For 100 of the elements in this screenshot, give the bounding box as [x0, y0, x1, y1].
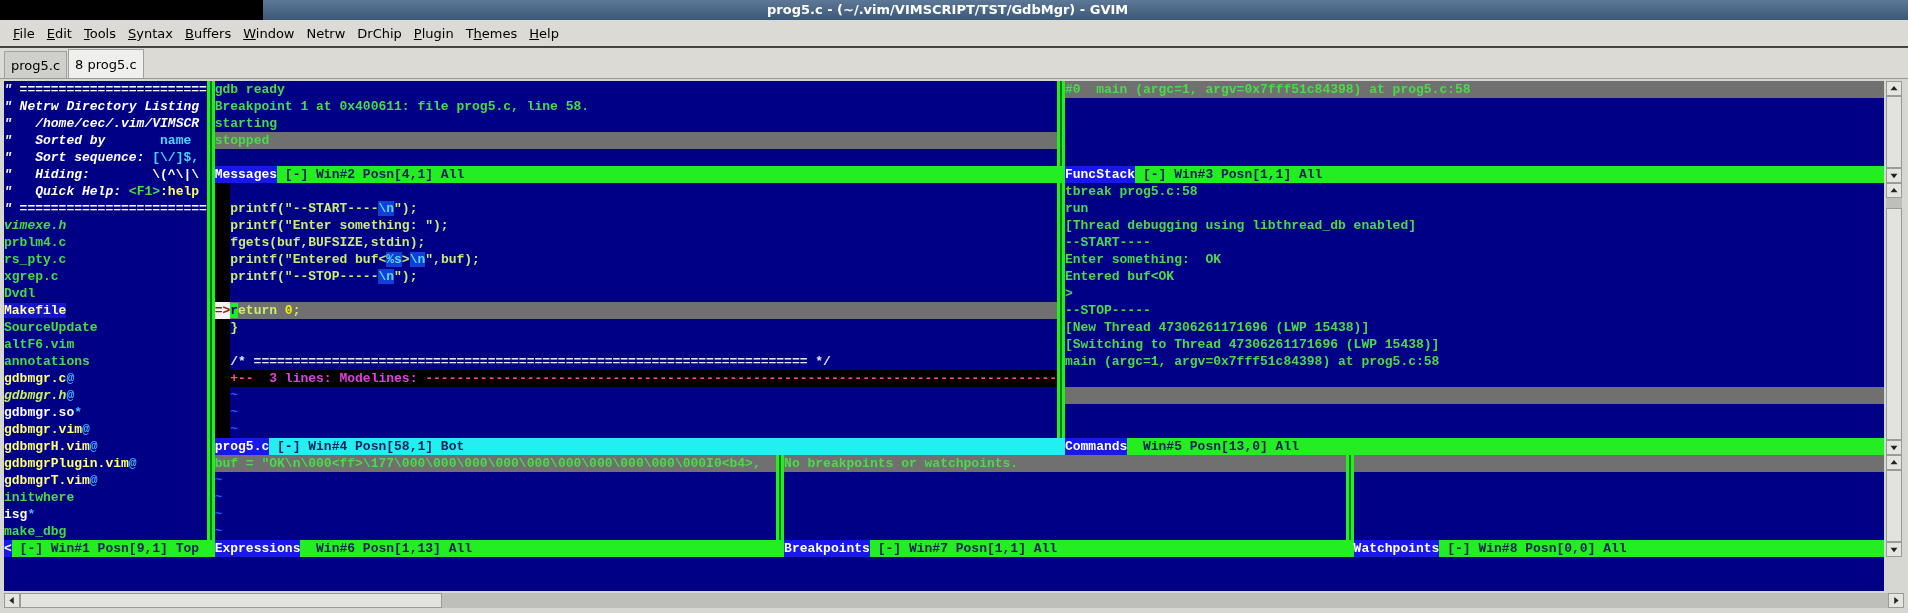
- listing-line: gdbmgr.c@: [4, 371, 75, 386]
- console-line: --START----: [1064, 235, 1151, 250]
- console-line: main (argc=1, argv=0x7fff51c84398) at prog5.c:58: [1064, 354, 1440, 369]
- listing-line: gdbmgrT.vim@: [4, 473, 98, 488]
- scroll-down-button[interactable]: [1886, 542, 1903, 557]
- window-position: Win#5 Posn[13,0] All: [1142, 438, 1299, 455]
- code-line: /* ======================================================================= */: [230, 354, 831, 369]
- scroll-right-button[interactable]: [1888, 593, 1904, 608]
- tab[interactable]: prog5.c: [4, 51, 68, 78]
- listing-line: annotations: [4, 354, 90, 369]
- modified-label: [-]: [284, 166, 309, 183]
- window-position: Win#8 Posn[0,0] All: [1478, 540, 1627, 557]
- scroll-up-button[interactable]: [1886, 183, 1903, 198]
- message-line: Breakpoint 1 at 0x400611: file prog5.c, line 58.: [214, 99, 590, 114]
- message-line: starting: [214, 116, 278, 131]
- message-line: stopped: [214, 133, 270, 148]
- scroll-down-button[interactable]: [1886, 440, 1903, 455]
- menu-item[interactable]: Themes: [459, 22, 524, 44]
- listing-line: " Sorted by name: [4, 133, 192, 148]
- menu-item[interactable]: Buffers: [178, 22, 238, 44]
- modified-label: [-]: [19, 540, 43, 557]
- code-line: }: [230, 320, 239, 335]
- listing-line: vimexe.h: [4, 218, 67, 233]
- code-line: printf("--STOP-----\n");: [230, 269, 418, 284]
- code-line: return 0;: [230, 303, 301, 318]
- listing-line: " ========================: [4, 201, 207, 216]
- window-position: Win#1 Posn[9,1] Top: [50, 540, 200, 557]
- listing-line: " Netrw Directory Listing: [4, 99, 200, 114]
- menu-item[interactable]: Help: [523, 22, 565, 44]
- menu-item[interactable]: Edit: [40, 22, 78, 44]
- listing-line: gdbmgrPlugin.vim@: [4, 456, 137, 471]
- menu-item[interactable]: Netrw: [300, 22, 352, 44]
- menu-item[interactable]: File: [7, 22, 41, 44]
- listing-line: isg*: [4, 507, 36, 522]
- listing-line: prblm4.c: [4, 235, 67, 250]
- code-line: printf("Enter something: ");: [230, 218, 449, 233]
- scrollbar[interactable]: [1886, 470, 1903, 542]
- window-title: prog5.c - (~/.vim/VIMSCRIPT/TST/GdbMgr) - GVIM: [263, 0, 1908, 20]
- console-line: run: [1064, 201, 1089, 216]
- modified-label: [-]: [1142, 166, 1167, 183]
- console-line: --STOP-----: [1064, 303, 1151, 318]
- menu-item[interactable]: Plugin: [407, 22, 460, 44]
- scroll-left-button[interactable]: [4, 593, 20, 608]
- empty-line-marker: ~: [230, 388, 239, 403]
- menu-item[interactable]: Window: [237, 22, 301, 44]
- console-line: [Switching to Thread 47306261171696 (LWP 15438)]: [1064, 337, 1440, 352]
- window-name: <: [4, 540, 12, 557]
- folded-lines[interactable]: +-- 3 lines: Modelines: ---------------------------------------------------------------------------------: [230, 370, 1058, 387]
- window-name: Commands: [1064, 438, 1128, 455]
- console-line: tbreak prog5.c:58: [1064, 184, 1198, 199]
- scroll-down-button[interactable]: [1886, 168, 1903, 183]
- menu-item[interactable]: Tools: [77, 22, 122, 44]
- listing-line: gdbmgrH.vim@: [4, 439, 98, 454]
- vertical-split[interactable]: [206, 81, 215, 540]
- vertical-split[interactable]: [776, 455, 785, 540]
- stack-frame: #0 main (argc=1, argv=0x7fff51c84398) at prog5.c:58: [1064, 82, 1471, 97]
- scroll-up-button[interactable]: [1886, 455, 1903, 470]
- breakpoint-message: No breakpoints or watchpoints.: [784, 456, 1019, 471]
- modified-label: [-]: [277, 438, 301, 455]
- listing-line: " /home/cec/.vim/VIMSCR: [4, 116, 200, 131]
- window-position: Win#2 Posn[4,1] All: [316, 166, 465, 183]
- window-name: Expressions: [214, 540, 301, 557]
- scroll-up-button[interactable]: [1886, 81, 1903, 96]
- modified-label: [-]: [1447, 540, 1471, 557]
- tab[interactable]: 8 prog5.c: [68, 49, 144, 78]
- menu-item[interactable]: Syntax: [122, 22, 179, 44]
- listing-line: gdbmgr.vim@: [4, 422, 90, 437]
- listing-line: gdbmgr.so*: [4, 405, 83, 420]
- listing-line: " ========================: [4, 82, 207, 97]
- window-name: Messages: [214, 166, 278, 183]
- empty-line-marker: ~: [214, 490, 223, 505]
- window-name: FuncStack: [1064, 166, 1136, 183]
- listing-line: " Quick Help: <F1>:help: [4, 184, 200, 199]
- empty-line-marker: ~: [214, 524, 223, 539]
- window-position: Win#3 Posn[1,1] All: [1174, 166, 1323, 183]
- window-name: Breakpoints: [784, 540, 870, 557]
- modified-label: [-]: [877, 540, 902, 557]
- listing-line: Dvdl: [4, 286, 36, 301]
- listing-line: make_dbg: [4, 524, 67, 539]
- listing-line: SourceUpdate: [4, 320, 98, 335]
- listing-line: altF6.vim: [4, 337, 75, 352]
- listing-line: initwhere: [4, 490, 75, 505]
- console-line: [New Thread 47306261171696 (LWP 15438)]: [1064, 320, 1370, 335]
- window-position: Win#4 Posn[58,1] Bot: [308, 438, 465, 455]
- scrollbar[interactable]: [1886, 96, 1903, 168]
- listing-line: xgrep.c: [4, 269, 59, 284]
- message-line: gdb ready: [214, 82, 285, 97]
- menu-item[interactable]: DrChip: [351, 22, 408, 44]
- window-name: prog5.c: [214, 438, 270, 455]
- console-line: >: [1064, 286, 1073, 301]
- listing-line: " Hiding: \(^\|\: [4, 167, 200, 182]
- scrollbar-thumb[interactable]: [20, 593, 442, 608]
- console-line: Enter something: OK: [1064, 252, 1221, 267]
- listing-line: rs_pty.c: [4, 252, 67, 267]
- code-line: printf("--START----\n");: [230, 201, 418, 216]
- console-line: [Thread debugging using libthread_db enabled]: [1064, 218, 1416, 233]
- listing-line: gdbmgr.h@: [4, 388, 75, 403]
- empty-line-marker: ~: [214, 473, 223, 488]
- listing-line: " Sort sequence: [\/]$,: [4, 150, 200, 165]
- expression-value: buf = "OK\n\000<ff>\177\000\000\000\000\000\000\000\000\000\000I0<b4>,: [214, 456, 761, 471]
